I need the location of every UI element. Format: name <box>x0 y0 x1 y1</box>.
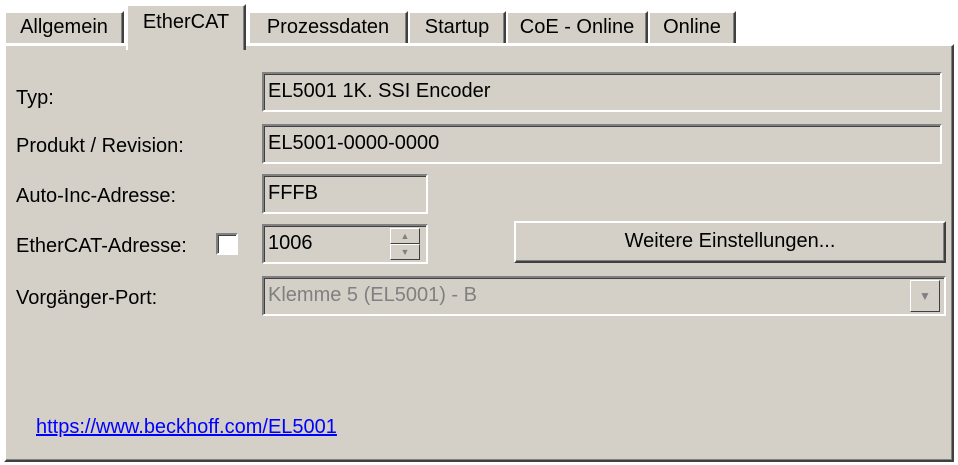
tab-allgemein[interactable]: Allgemein <box>4 11 124 43</box>
spin-down-icon[interactable]: ▼ <box>390 244 420 260</box>
spin-up-icon[interactable]: ▲ <box>390 228 420 244</box>
ethercat-adresse-label: EtherCAT-Adresse: <box>16 235 187 257</box>
tab-startup[interactable]: Startup <box>408 11 506 43</box>
auto-inc-adresse-label: Auto-Inc-Adresse: <box>16 185 177 207</box>
tab-ethercat[interactable]: EtherCAT <box>126 4 246 50</box>
tab-online[interactable]: Online <box>648 11 736 43</box>
typ-label: Typ: <box>16 87 54 109</box>
produkt-revision-label: Produkt / Revision: <box>16 135 184 157</box>
ethercat-tab-panel: Typ: EL5001 1K. SSI Encoder Produkt / Re… <box>4 44 954 462</box>
beckhoff-product-link[interactable]: https://www.beckhoff.com/EL5001 <box>36 416 337 439</box>
tab-strip: Allgemein EtherCAT Prozessdaten Startup … <box>0 0 958 50</box>
weitere-einstellungen-button[interactable]: Weitere Einstellungen... <box>514 221 946 263</box>
vorgaenger-port-select[interactable]: Klemme 5 (EL5001) - B <box>262 276 946 316</box>
vorgaenger-port-label: Vorgänger-Port: <box>16 287 158 309</box>
chevron-down-icon[interactable]: ▼ <box>910 280 940 312</box>
typ-field: EL5001 1K. SSI Encoder <box>262 72 942 112</box>
ethercat-properties-dialog: Allgemein EtherCAT Prozessdaten Startup … <box>0 0 958 465</box>
ethercat-adresse-checkbox[interactable] <box>216 233 238 255</box>
ethercat-adresse-spinner[interactable]: ▲ ▼ <box>390 228 420 260</box>
tab-prozessdaten[interactable]: Prozessdaten <box>248 11 408 43</box>
tab-coe-online[interactable]: CoE - Online <box>506 11 648 43</box>
auto-inc-adresse-field: FFFB <box>262 174 428 214</box>
produkt-revision-field: EL5001-0000-0000 <box>262 124 942 164</box>
